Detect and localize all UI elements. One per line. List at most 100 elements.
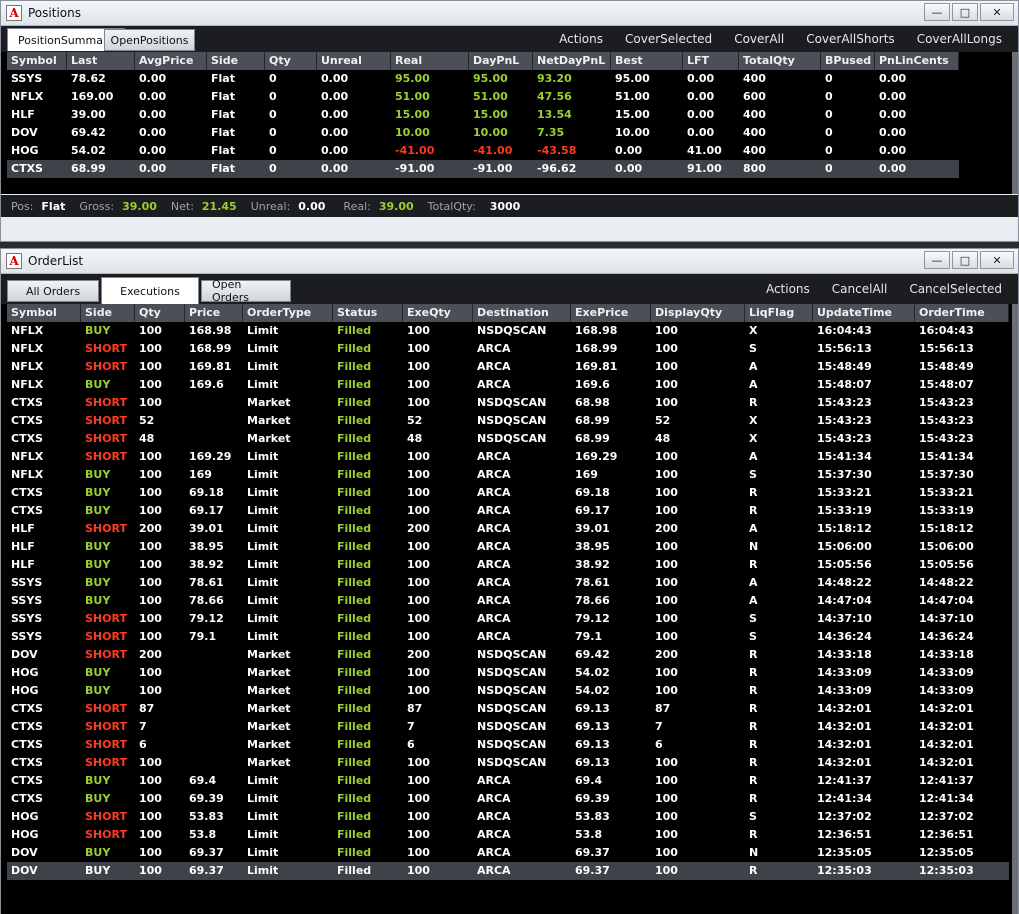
cell-ordertype: Limit <box>247 828 279 841</box>
cell-price: 79.1 <box>189 630 217 643</box>
table-row[interactable]: NFLX SHORT 100 168.99 Limit Filled 100 ARCA 168.… <box>7 340 1009 358</box>
col-header-bpused[interactable]: BPused <box>821 52 875 70</box>
cover-all-shorts-button[interactable]: CoverAllShorts <box>806 32 894 46</box>
col-header-updatetime[interactable]: UpdateTime <box>813 304 915 322</box>
table-row[interactable]: CTXS BUY 100 69.17 Limit Filled 100 ARCA 69.17 10… <box>7 502 1009 520</box>
col-header-qty[interactable]: Qty <box>135 304 185 322</box>
table-row[interactable]: NFLX SHORT 100 169.81 Limit Filled 100 ARCA 169.… <box>7 358 1009 376</box>
table-row[interactable]: HLF SHORT 200 39.01 Limit Filled 200 ARCA 39.01 2… <box>7 520 1009 538</box>
col-header-qty[interactable]: Qty <box>265 52 317 70</box>
col-header-ordertime[interactable]: OrderTime <box>915 304 1009 322</box>
close-button[interactable]: ✕ <box>980 251 1014 269</box>
col-header-destination[interactable]: Destination <box>473 304 571 322</box>
cancel-all-button[interactable]: CancelAll <box>832 282 888 296</box>
table-row[interactable]: DOV SHORT 200 Market Filled 200 NSDQSCAN 69.42 2… <box>7 646 1009 664</box>
table-row[interactable]: HLF BUY 100 38.92 Limit Filled 100 ARCA 38.92 100… <box>7 556 1009 574</box>
col-header-avgprice[interactable]: AvgPrice <box>135 52 207 70</box>
orderlist-titlebar[interactable]: A OrderList — □ ✕ <box>1 249 1018 274</box>
col-header-lft[interactable]: LFT <box>683 52 739 70</box>
table-row[interactable]: CTXS SHORT 100 Market Filled 100 NSDQSCAN 68.98… <box>7 394 1009 412</box>
actions-menu[interactable]: Actions <box>766 282 810 296</box>
col-header-side[interactable]: Side <box>81 304 135 322</box>
table-row[interactable]: DOV BUY 100 69.37 Limit Filled 100 ARCA 69.37 100… <box>7 862 1009 880</box>
minimize-button[interactable]: — <box>924 251 950 269</box>
positions-toolbar: PositionSummary OpenPositions Actions Co… <box>1 26 1018 52</box>
maximize-button[interactable]: □ <box>952 3 978 21</box>
table-row[interactable]: HOG SHORT 100 53.8 Limit Filled 100 ARCA 53.8 100… <box>7 826 1009 844</box>
table-row[interactable]: SSYS SHORT 100 79.1 Limit Filled 100 ARCA 79.1 10… <box>7 628 1009 646</box>
cover-selected-button[interactable]: CoverSelected <box>625 32 712 46</box>
window-title: Positions <box>28 6 81 20</box>
cell-liqflag: S <box>749 342 757 355</box>
table-row[interactable]: CTXS 68.99 0.00 Flat 0 0.00 -91.00 -91.00 -96.62… <box>7 160 959 178</box>
tab-all-orders[interactable]: All Orders <box>7 280 99 302</box>
table-row[interactable]: NFLX 169.00 0.00 Flat 0 0.00 51.00 51.00 47.56 51… <box>7 88 959 106</box>
col-header-symbol[interactable]: Symbol <box>7 304 81 322</box>
col-header-totalqty[interactable]: TotalQty <box>739 52 821 70</box>
cover-all-longs-button[interactable]: CoverAllLongs <box>917 32 1002 46</box>
table-row[interactable]: SSYS SHORT 100 79.12 Limit Filled 100 ARCA 79.12… <box>7 610 1009 628</box>
actions-menu[interactable]: Actions <box>559 32 603 46</box>
table-row[interactable]: NFLX SHORT 100 169.29 Limit Filled 100 ARCA 169.… <box>7 448 1009 466</box>
table-row[interactable]: DOV 69.42 0.00 Flat 0 0.00 10.00 10.00 7.35 10.00… <box>7 124 959 142</box>
table-row[interactable]: DOV BUY 100 69.37 Limit Filled 100 ARCA 69.37 100… <box>7 844 1009 862</box>
close-button[interactable]: ✕ <box>980 3 1014 21</box>
table-row[interactable]: HLF 39.00 0.00 Flat 0 0.00 15.00 15.00 13.54 15.0… <box>7 106 959 124</box>
col-header-unreal[interactable]: Unreal <box>317 52 391 70</box>
cell-exeqty: 7 <box>407 720 415 733</box>
table-row[interactable]: NFLX BUY 100 169.6 Limit Filled 100 ARCA 169.6 10… <box>7 376 1009 394</box>
table-row[interactable]: HOG BUY 100 Market Filled 100 NSDQSCAN 54.02 100… <box>7 664 1009 682</box>
col-header-ordertype[interactable]: OrderType <box>243 304 333 322</box>
col-header-symbol[interactable]: Symbol <box>7 52 67 70</box>
orders-scrollbar[interactable] <box>1012 304 1018 914</box>
table-row[interactable]: NFLX BUY 100 168.98 Limit Filled 100 NSDQSCAN 16… <box>7 322 1009 340</box>
cell-side: SHORT <box>85 414 127 427</box>
table-row[interactable]: CTXS SHORT 48 Market Filled 48 NSDQSCAN 68.99 48… <box>7 430 1009 448</box>
col-header-liqflag[interactable]: LiqFlag <box>745 304 813 322</box>
table-row[interactable]: CTXS SHORT 52 Market Filled 52 NSDQSCAN 68.99 52… <box>7 412 1009 430</box>
table-row[interactable]: CTXS SHORT 6 Market Filled 6 NSDQSCAN 69.13 6 R 14… <box>7 736 1009 754</box>
table-row[interactable]: CTXS SHORT 7 Market Filled 7 NSDQSCAN 69.13 7 R 14… <box>7 718 1009 736</box>
cell-liqflag: R <box>749 756 758 769</box>
col-header-displayqty[interactable]: DisplayQty <box>651 304 745 322</box>
col-header-best[interactable]: Best <box>611 52 683 70</box>
cell-price <box>185 394 243 412</box>
table-row[interactable]: CTXS SHORT 87 Market Filled 87 NSDQSCAN 69.13 87… <box>7 700 1009 718</box>
cell-side: SHORT <box>85 342 127 355</box>
table-row[interactable]: NFLX BUY 100 169 Limit Filled 100 ARCA 169 100 S 15… <box>7 466 1009 484</box>
col-header-real[interactable]: Real <box>391 52 469 70</box>
table-row[interactable]: CTXS BUY 100 69.39 Limit Filled 100 ARCA 69.39 10… <box>7 790 1009 808</box>
table-row[interactable]: HLF BUY 100 38.95 Limit Filled 100 ARCA 38.95 100… <box>7 538 1009 556</box>
col-header-daypnl[interactable]: DayPnL <box>469 52 533 70</box>
tab-executions[interactable]: Executions <box>101 277 199 304</box>
col-header-price[interactable]: Price <box>185 304 243 322</box>
col-header-exeqty[interactable]: ExeQty <box>403 304 473 322</box>
cancel-selected-button[interactable]: CancelSelected <box>909 282 1002 296</box>
table-row[interactable]: SSYS BUY 100 78.61 Limit Filled 100 ARCA 78.61 10… <box>7 574 1009 592</box>
table-row[interactable]: CTXS BUY 100 69.18 Limit Filled 100 ARCA 69.18 10… <box>7 484 1009 502</box>
table-row[interactable]: CTXS BUY 100 69.4 Limit Filled 100 ARCA 69.4 100 R… <box>7 772 1009 790</box>
table-row[interactable]: HOG 54.02 0.00 Flat 0 0.00 -41.00 -41.00 -43.58 0… <box>7 142 959 160</box>
cover-all-button[interactable]: CoverAll <box>734 32 784 46</box>
col-header-last[interactable]: Last <box>67 52 135 70</box>
maximize-icon: □ <box>959 5 971 19</box>
table-row[interactable]: HOG BUY 100 Market Filled 100 NSDQSCAN 54.02 100… <box>7 682 1009 700</box>
maximize-button[interactable]: □ <box>952 251 978 269</box>
col-header-status[interactable]: Status <box>333 304 403 322</box>
col-header-exeprice[interactable]: ExePrice <box>571 304 651 322</box>
col-header-pnlincents[interactable]: PnLinCents <box>875 52 959 70</box>
tab-open-orders[interactable]: Open Orders <box>201 278 291 304</box>
cell-symbol: DOV <box>11 846 38 859</box>
table-row[interactable]: HOG SHORT 100 53.83 Limit Filled 100 ARCA 53.83 1… <box>7 808 1009 826</box>
cell-ordertype: Market <box>247 756 291 769</box>
table-row[interactable]: SSYS 78.62 0.00 Flat 0 0.00 95.00 95.00 93.20 95.… <box>7 70 959 88</box>
cell-liqflag: A <box>749 360 758 373</box>
positions-scrollbar[interactable] <box>1012 52 1018 194</box>
positions-titlebar[interactable]: A Positions — □ ✕ <box>1 1 1018 26</box>
tab-open-positions[interactable]: OpenPositions <box>104 29 195 51</box>
table-row[interactable]: CTXS SHORT 100 Market Filled 100 NSDQSCAN 69.13… <box>7 754 1009 772</box>
table-row[interactable]: SSYS BUY 100 78.66 Limit Filled 100 ARCA 78.66 10… <box>7 592 1009 610</box>
minimize-button[interactable]: — <box>924 3 950 21</box>
col-header-side[interactable]: Side <box>207 52 265 70</box>
col-header-netdaypnl[interactable]: NetDayPnL <box>533 52 611 70</box>
